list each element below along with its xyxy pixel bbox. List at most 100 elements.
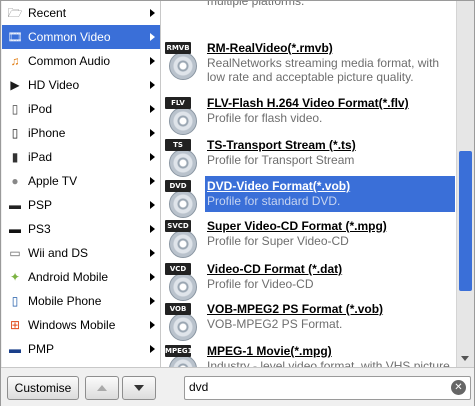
format-item[interactable]: FLV FLV-Flash H.264 Video Format(*.flv) Pr… <box>161 93 456 139</box>
format-title: DVD-Video Format(*.vob) <box>207 179 351 193</box>
disc-icon <box>169 273 197 301</box>
category-label: PSP <box>28 198 53 212</box>
format-description: VOB-MPEG2 PS Format. <box>207 317 343 331</box>
submenu-arrow-icon <box>150 177 155 185</box>
format-title: Super Video-CD Format (*.mpg) <box>207 219 387 233</box>
psp-icon: ▬ <box>9 198 21 212</box>
android-icon: ✦ <box>9 270 21 284</box>
format-description: network transmission, and compatible wit… <box>207 1 305 8</box>
arrow-up-icon <box>97 385 107 391</box>
submenu-arrow-icon <box>150 105 155 113</box>
mobile-phone-icon: ▯ <box>11 294 19 308</box>
disc-icon <box>169 52 197 80</box>
category-label: Common Video <box>28 30 111 44</box>
windows-icon: ⊞ <box>9 318 21 332</box>
arrow-down-icon <box>134 385 144 391</box>
clear-search-icon[interactable]: ✕ <box>451 380 466 395</box>
category-item-recent[interactable]: 🗁 Recent <box>2 1 160 25</box>
category-label: HD Video <box>28 78 80 92</box>
category-item-mobile-phone[interactable]: ▯ Mobile Phone <box>2 289 160 313</box>
category-item-apple-tv[interactable]: ● Apple TV <box>2 169 160 193</box>
category-item-android-mobile[interactable]: ✦ Android Mobile <box>2 265 160 289</box>
format-badge: DVD <box>165 180 191 192</box>
format-picker-dialog: 🗁 Recent 🎞 Common Video ♫ Common Audio ▶ HD Vid… <box>0 0 475 406</box>
format-item[interactable]: VOB VOB-MPEG2 PS Format (*.vob) VOB-MPEG2 … <box>161 299 456 345</box>
move-down-button[interactable] <box>122 376 156 400</box>
category-item-hd-video[interactable]: ▶ HD Video <box>2 73 160 97</box>
scroll-down-arrow-icon[interactable] <box>461 356 469 361</box>
format-badge: MPEG1 <box>165 345 193 357</box>
category-label: Common Audio <box>28 54 111 68</box>
submenu-arrow-icon <box>150 297 155 305</box>
submenu-arrow-icon <box>150 249 155 257</box>
category-item-common-audio[interactable]: ♫ Common Audio <box>2 49 160 73</box>
submenu-arrow-icon <box>150 57 155 65</box>
submenu-arrow-icon <box>150 33 155 41</box>
disc-icon <box>169 107 197 135</box>
submenu-arrow-icon <box>150 153 155 161</box>
move-up-button[interactable] <box>85 376 119 400</box>
format-item[interactable]: RMVB RM-RealVideo(*.rmvb) RealNetworks str… <box>161 38 456 84</box>
submenu-arrow-icon <box>150 273 155 281</box>
category-label: Mobile Phone <box>28 294 102 308</box>
format-title: MPEG-1 Movie(*.mpg) <box>207 344 332 358</box>
category-label: Apple TV <box>28 174 78 188</box>
category-item-ps3[interactable]: ▬ PS3 <box>2 217 160 241</box>
category-menu: 🗁 Recent 🎞 Common Video ♫ Common Audio ▶ HD Vid… <box>2 1 161 367</box>
submenu-arrow-icon <box>150 225 155 233</box>
category-label: Wii and DS <box>28 246 89 260</box>
search-input[interactable] <box>189 378 439 396</box>
ipad-icon: ▮ <box>11 150 19 164</box>
format-badge: SVCD <box>165 220 191 232</box>
category-label: iPad <box>28 150 53 164</box>
format-description: Profile for Video-CD <box>207 277 314 291</box>
search-box: ✕ <box>184 376 471 400</box>
submenu-arrow-icon <box>150 321 155 329</box>
format-description: Profile for Super Video-CD <box>207 234 349 248</box>
apple-icon: ● <box>11 174 19 188</box>
film-icon: 🎞 <box>7 30 23 44</box>
format-description: RealNetworks streaming media format, wit… <box>207 56 440 84</box>
format-list-scrollbar[interactable] <box>456 1 474 367</box>
category-item-common-video[interactable]: 🎞 Common Video <box>2 25 160 49</box>
format-badge: VOB <box>165 303 191 315</box>
category-label: PS3 <box>28 222 51 236</box>
category-item-ipod[interactable]: ▯ iPod <box>2 97 160 121</box>
format-description: Profile for flash video. <box>207 111 323 125</box>
disc-icon <box>169 190 197 218</box>
format-description: Profile for standard DVD. <box>207 194 341 208</box>
category-label: iPhone <box>28 126 66 140</box>
ps3-icon: ▬ <box>9 222 21 236</box>
format-list: network transmission, and compatible wit… <box>161 1 456 367</box>
submenu-arrow-icon <box>150 129 155 137</box>
pmp-icon: ▬ <box>9 342 21 356</box>
format-item[interactable]: TS TS-Transport Stream (*.ts) Profile for … <box>161 135 456 181</box>
category-item-psp[interactable]: ▬ PSP <box>2 193 160 217</box>
submenu-arrow-icon <box>150 345 155 353</box>
format-item[interactable]: SVCD Super Video-CD Format (*.mpg) Profile… <box>161 216 456 262</box>
format-description: Industry - level video format, with VHS … <box>207 359 450 367</box>
disc-icon <box>169 313 197 341</box>
category-label: PMP <box>28 342 55 356</box>
bottom-toolbar: Customise ✕ <box>1 367 474 406</box>
ipod-icon: ▯ <box>11 102 19 116</box>
category-item-windows-mobile[interactable]: ⊞ Windows Mobile <box>2 313 160 337</box>
format-description: Profile for Transport Stream <box>207 153 355 167</box>
category-item-ipad[interactable]: ▮ iPad <box>2 145 160 169</box>
recent-folder-icon: 🗁 <box>7 6 23 20</box>
customise-button[interactable]: Customise <box>7 376 79 400</box>
category-item-wii-and-ds[interactable]: ▭ Wii and DS <box>2 241 160 265</box>
format-badge: FLV <box>165 97 191 109</box>
category-item-iphone[interactable]: ▯ iPhone <box>2 121 160 145</box>
format-badge: RMVB <box>165 42 191 54</box>
format-item[interactable]: MPEG1 MPEG-1 Movie(*.mpg) Industry - level… <box>161 341 456 367</box>
format-title: TS-Transport Stream (*.ts) <box>207 138 356 152</box>
format-badge: TS <box>165 139 191 151</box>
format-item[interactable]: network transmission, and compatible wit… <box>161 1 456 23</box>
format-title: FLV-Flash H.264 Video Format(*.flv) <box>207 96 409 110</box>
format-title: VOB-MPEG2 PS Format (*.vob) <box>207 302 384 316</box>
iphone-icon: ▯ <box>11 126 19 140</box>
category-item-pmp[interactable]: ▬ PMP <box>2 337 160 361</box>
scrollbar-thumb[interactable] <box>459 151 472 291</box>
format-title: RM-RealVideo(*.rmvb) <box>207 41 333 55</box>
